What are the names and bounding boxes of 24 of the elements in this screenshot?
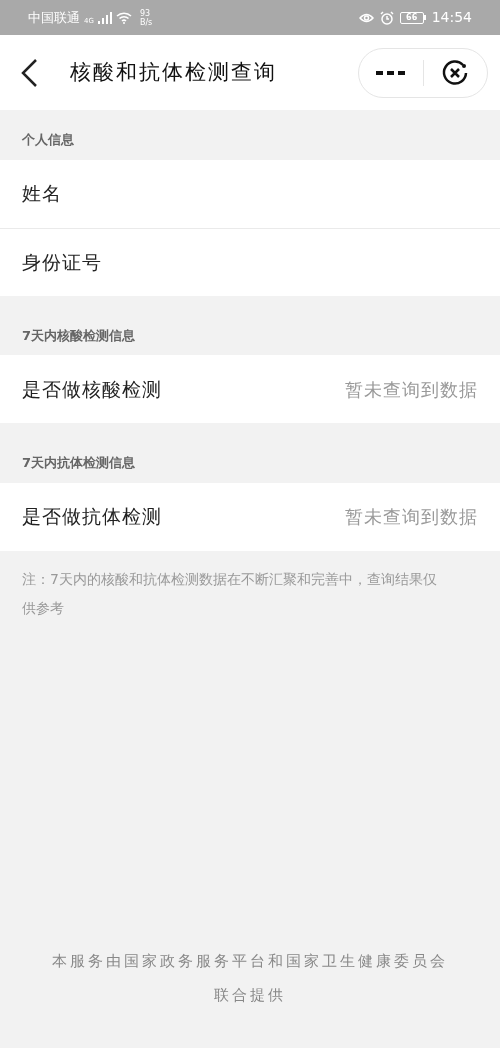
row-label: 是否做抗体检测 xyxy=(22,504,162,530)
eye-icon xyxy=(358,11,374,24)
section-title: 7天内核酸检测信息 xyxy=(21,326,137,345)
wifi-icon xyxy=(115,11,132,24)
clock-time: 14:54 xyxy=(431,8,472,27)
page-title: 核酸和抗体检测查询 xyxy=(70,58,277,86)
more-icon xyxy=(375,69,406,76)
network-speed: 93 xyxy=(139,8,152,18)
row-label: 是否做核酸检测 xyxy=(22,376,162,402)
signal-icon xyxy=(97,11,112,24)
footer-text: 本服务由国家政务服务平台和国家卫生健康委员会联合提供 xyxy=(51,951,449,1006)
row-value: 暂未查询到数据 xyxy=(345,505,478,529)
back-icon xyxy=(20,57,38,88)
row-label: 身份证号 xyxy=(22,249,102,275)
speed-unit: B/s xyxy=(139,17,153,27)
note-text: 注：7天内的核酸和抗体检测数据在不断汇聚和完善中，查询结果仅供参考 xyxy=(21,569,438,618)
close-icon xyxy=(441,58,470,87)
row-value: 暂未查询到数据 xyxy=(345,377,478,402)
battery-percent: 66 xyxy=(406,13,418,22)
carrier-name: 中国联通 xyxy=(28,8,80,27)
section-title: 7天内抗体检测信息 xyxy=(21,454,137,472)
section-title: 个人信息 xyxy=(21,131,75,149)
row-label: 姓名 xyxy=(22,181,62,207)
alarm-icon xyxy=(379,10,394,25)
